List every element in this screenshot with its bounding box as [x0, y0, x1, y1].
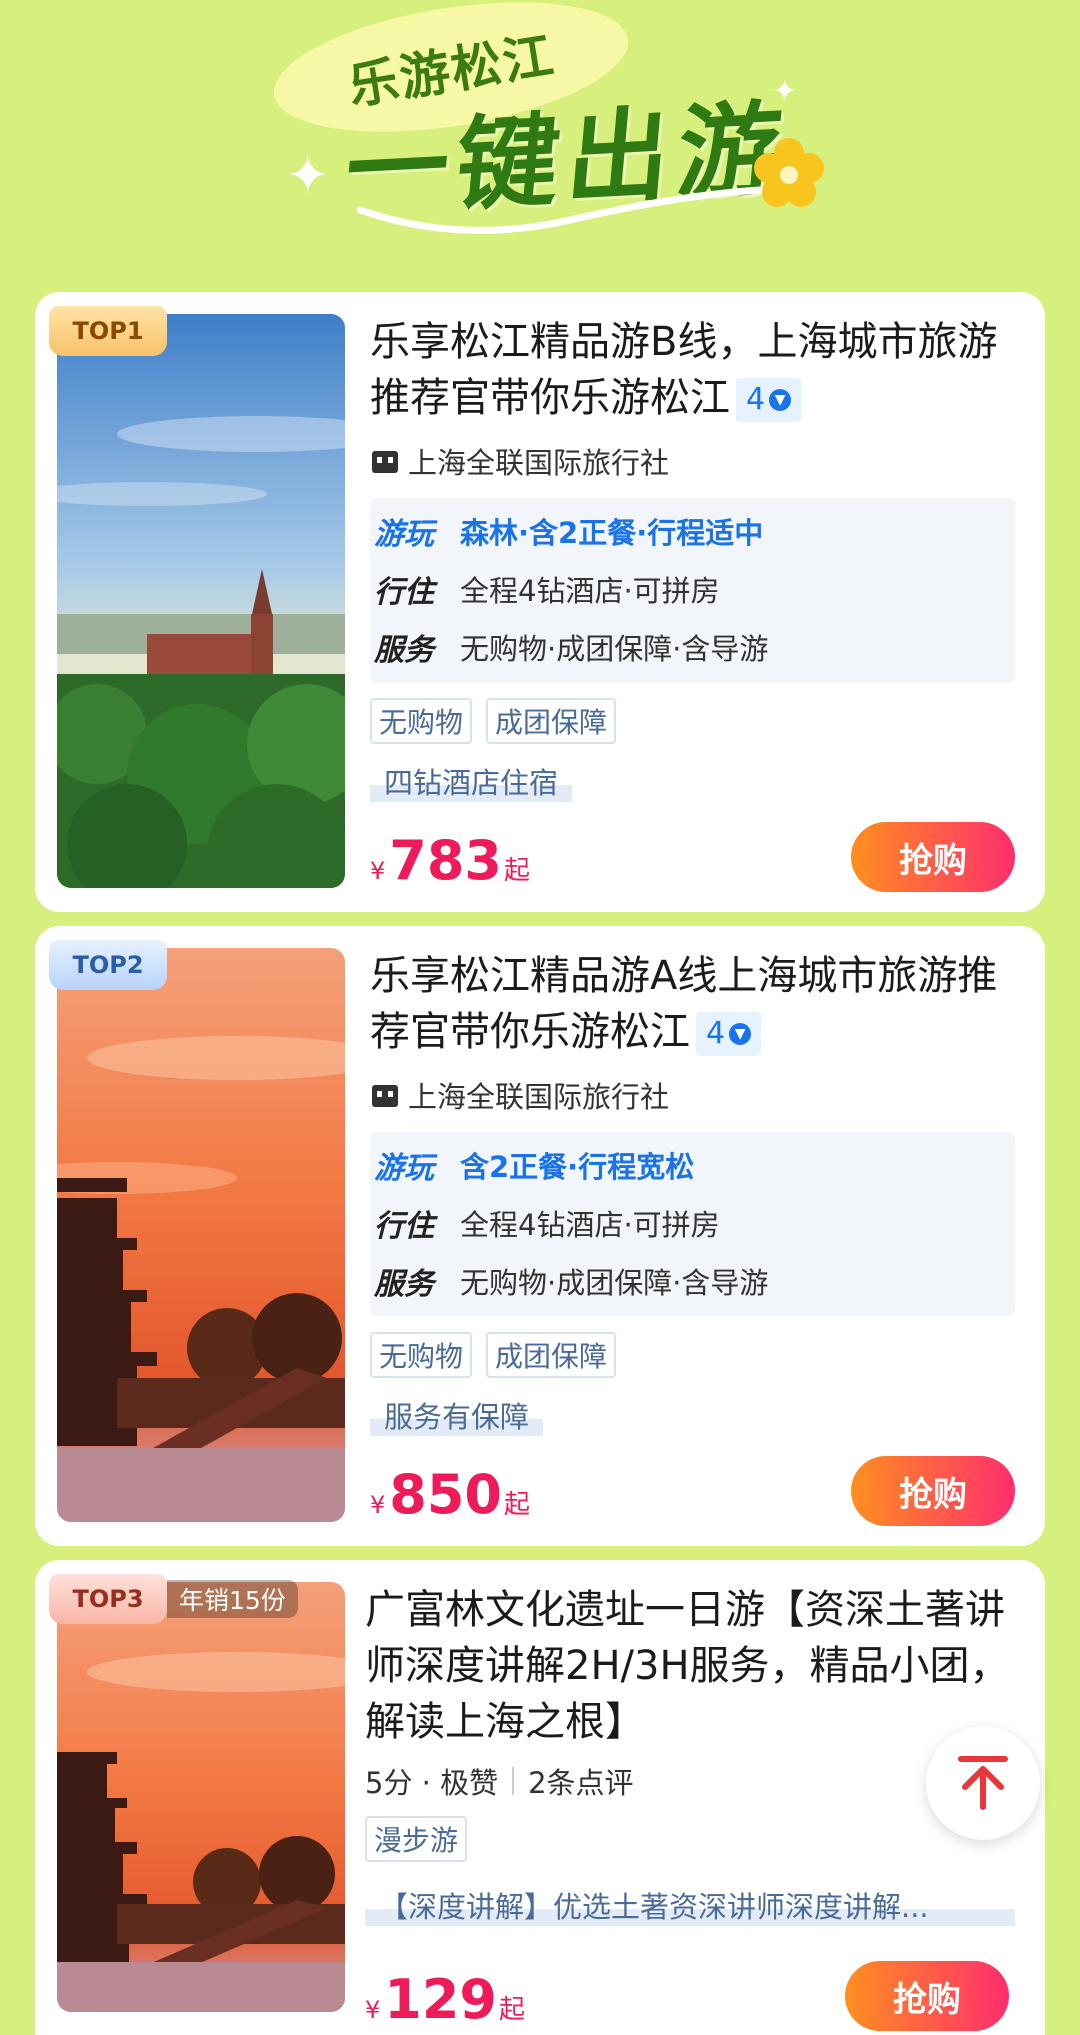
score-badge: 4 ▼ — [736, 378, 802, 422]
feature-value: 无购物·成团保障·含导游 — [460, 632, 769, 666]
rank-badge: TOP2 — [49, 940, 167, 990]
feature-key: 游玩 — [374, 1151, 434, 1186]
product-card[interactable]: TOP1 乐享松江精品游B线，上海城市旅游推荐官带你乐游松江 4 ▼ 上海全联国际旅… — [35, 292, 1045, 912]
product-title[interactable]: 乐享松江精品游A线上海城市旅游推荐官带你乐游松江 4 ▼ — [370, 948, 1015, 1060]
price-currency: ¥ — [365, 1996, 381, 2024]
arrow-up-icon — [958, 1756, 1008, 1810]
rating-score: 5分 · 极赞 — [365, 1766, 499, 1800]
price-row: ¥ 129 起 抢购 — [365, 1959, 1009, 2031]
buy-button[interactable]: 抢购 — [851, 1456, 1015, 1526]
price-value: 129 — [384, 1968, 498, 2031]
feature-value: 无购物·成团保障·含导游 — [460, 1266, 769, 1300]
price: ¥ 129 起 — [365, 1968, 525, 2031]
product-title[interactable]: 乐享松江精品游B线，上海城市旅游推荐官带你乐游松江 4 ▼ — [370, 314, 1015, 426]
price: ¥ 850 起 — [370, 1463, 530, 1526]
rating-row: 5分 · 极赞 2条点评 — [365, 1760, 1015, 1802]
rank-badge: TOP3 — [49, 1574, 167, 1624]
highlight-text: 四钻酒店住宿 — [370, 760, 573, 802]
feature-row: 游玩 森林·含2正餐·行程适中 — [370, 502, 1015, 560]
tag: 无购物 — [370, 1332, 473, 1378]
feature-value: 含2正餐·行程宽松 — [460, 1150, 695, 1184]
highlight-text: 服务有保障 — [370, 1394, 544, 1436]
chevron-down-icon: ▼ — [769, 389, 792, 411]
chevron-down-icon: ▼ — [729, 1023, 752, 1045]
feature-row: 行住 全程4钻酒店·可拼房 — [370, 560, 1015, 618]
feature-row: 服务 无购物·成团保障·含导游 — [370, 618, 1015, 676]
feature-key: 游玩 — [374, 517, 434, 552]
product-title[interactable]: 广富林文化遗址一日游【资深土著讲师深度讲解2H/3H服务，精品小团，解读上海之根… — [365, 1582, 1015, 1750]
price-row: ¥ 850 起 抢购 — [370, 1454, 1015, 1526]
feature-value: 森林·含2正餐·行程适中 — [460, 516, 764, 550]
product-image — [57, 948, 345, 1522]
feature-box: 游玩 含2正餐·行程宽松 行住 全程4钻酒店·可拼房 服务 无购物·成团保障·含… — [370, 1132, 1015, 1316]
sales-badge: 年销15份 — [167, 1580, 298, 1618]
score-value: 4 — [746, 382, 766, 417]
price-suffix: 起 — [499, 1995, 526, 2025]
page-header: 乐游松江 一键出游 ✦ ✦ — [0, 0, 1080, 292]
buy-button[interactable]: 抢购 — [851, 822, 1015, 892]
product-image — [57, 314, 345, 888]
score-value: 4 — [706, 1016, 726, 1051]
price-currency: ¥ — [370, 1491, 386, 1519]
feature-value: 全程4钻酒店·可拼房 — [460, 1208, 720, 1242]
feature-row: 游玩 含2正餐·行程宽松 — [370, 1136, 1015, 1194]
tag-list: 漫步游 — [365, 1816, 1015, 1862]
tag: 成团保障 — [486, 1332, 617, 1378]
tag-list: 无购物 成团保障 — [370, 698, 1015, 744]
feature-key: 行住 — [374, 575, 434, 610]
price-suffix: 起 — [504, 1490, 531, 1520]
feature-row: 服务 无购物·成团保障·含导游 — [370, 1252, 1015, 1310]
swoosh-decoration — [356, 186, 764, 234]
flower-icon — [754, 138, 824, 207]
product-card[interactable]: TOP2 乐享松江精品游A线上海城市旅游推荐官带你乐游松江 4 ▼ 上海全联国际旅行… — [35, 926, 1045, 1546]
agency-icon — [372, 451, 398, 473]
feature-row: 行住 全程4钻酒店·可拼房 — [370, 1194, 1015, 1252]
sparkle-icon: ✦ — [286, 146, 330, 206]
feature-key: 服务 — [374, 633, 434, 668]
tag: 无购物 — [370, 698, 473, 744]
tag: 成团保障 — [486, 698, 617, 744]
product-title-text: 乐享松江精品游B线，上海城市旅游推荐官带你乐游松江 — [370, 319, 998, 421]
feature-value: 全程4钻酒店·可拼房 — [460, 574, 720, 608]
scroll-to-top-button[interactable] — [926, 1726, 1040, 1840]
buy-button[interactable]: 抢购 — [845, 1961, 1009, 2031]
agency-icon — [372, 1085, 398, 1107]
feature-box: 游玩 森林·含2正餐·行程适中 行住 全程4钻酒店·可拼房 服务 无购物·成团保… — [370, 498, 1015, 682]
divider — [512, 1767, 515, 1795]
product-card[interactable]: TOP3 年销15份 广富林文化遗址一日游【资深土著讲师深度讲解2H/3H服务，… — [35, 1560, 1045, 2035]
rank-badge: TOP1 — [49, 306, 167, 356]
price-row: ¥ 783 起 抢购 — [370, 820, 1015, 892]
highlight-text: 【深度讲解】优选土著资深讲师深度讲解... — [365, 1884, 1015, 1926]
price-value: 783 — [389, 829, 503, 892]
sparkle-icon: ✦ — [772, 74, 798, 109]
product-image — [57, 1582, 345, 2012]
tag-list: 无购物 成团保障 — [370, 1332, 1015, 1378]
price-value: 850 — [389, 1463, 503, 1526]
tag: 漫步游 — [365, 1816, 468, 1862]
score-badge: 4 ▼ — [696, 1012, 762, 1056]
agency-name: 上海全联国际旅行社 — [408, 1080, 670, 1114]
agency: 上海全联国际旅行社 — [370, 1074, 1015, 1116]
feature-key: 行住 — [374, 1209, 434, 1244]
price: ¥ 783 起 — [370, 829, 530, 892]
product-title-text: 乐享松江精品游A线上海城市旅游推荐官带你乐游松江 — [370, 953, 998, 1055]
agency: 上海全联国际旅行社 — [370, 440, 1015, 482]
price-suffix: 起 — [504, 856, 531, 886]
review-count[interactable]: 2条点评 — [528, 1760, 633, 1802]
agency-name: 上海全联国际旅行社 — [408, 446, 670, 480]
price-currency: ¥ — [370, 857, 386, 885]
feature-key: 服务 — [374, 1267, 434, 1302]
